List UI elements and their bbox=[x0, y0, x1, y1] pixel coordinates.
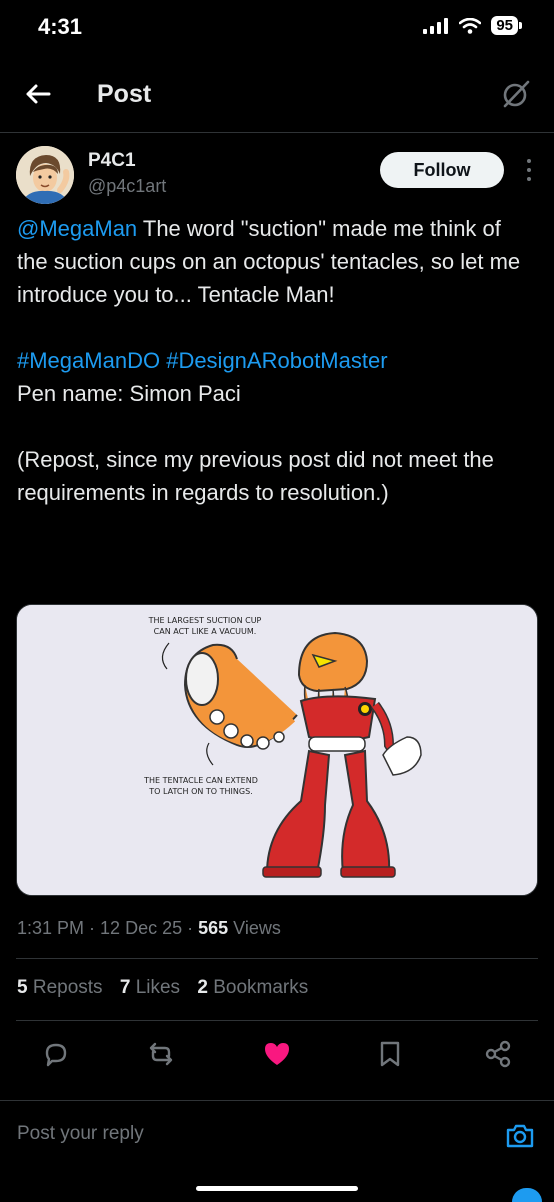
reply-input[interactable]: Post your reply bbox=[17, 1123, 144, 1145]
reply-composer: Post your reply bbox=[0, 1100, 554, 1173]
divider bbox=[16, 958, 538, 959]
reposts-stat[interactable]: 5 Reposts bbox=[17, 977, 103, 998]
bookmarks-count: 2 bbox=[197, 977, 208, 998]
more-options-button[interactable] bbox=[522, 156, 536, 184]
image-caption-bottom-1: THE TENTACLE CAN EXTEND bbox=[143, 776, 258, 785]
engagement-stats: 5 Reposts 7 Likes 2 Bookmarks bbox=[17, 977, 320, 999]
hashtag-link-1[interactable]: #MegaManDO bbox=[17, 348, 160, 373]
home-indicator bbox=[196, 1186, 358, 1191]
signal-icon bbox=[423, 17, 449, 34]
repost-note-text: (Repost, since my previous post did not … bbox=[17, 447, 494, 505]
back-arrow-icon bbox=[26, 84, 51, 104]
divider bbox=[16, 1020, 538, 1021]
top-nav-bar: Post bbox=[0, 56, 554, 133]
status-icons: 95 bbox=[423, 16, 522, 35]
status-bar: 4:31 95 bbox=[0, 0, 554, 56]
reply-icon bbox=[45, 1043, 67, 1067]
avatar[interactable] bbox=[16, 146, 74, 204]
back-button[interactable] bbox=[20, 76, 56, 112]
repost-icon bbox=[149, 1042, 173, 1066]
post-image[interactable]: THE LARGEST SUCTION CUP CAN ACT LIKE A V… bbox=[16, 604, 538, 896]
hashtag-link-2[interactable]: #DesignARobotMaster bbox=[166, 348, 387, 373]
camera-icon bbox=[506, 1124, 534, 1148]
post-author: P4C1 @p4c1art Follow bbox=[16, 146, 538, 206]
post-body: @MegaMan The word "suction" made me thin… bbox=[17, 212, 532, 509]
meta-separator: · bbox=[84, 918, 101, 938]
reposts-label: Reposts bbox=[27, 977, 103, 998]
grok-icon bbox=[503, 80, 530, 108]
status-time: 4:31 bbox=[38, 14, 83, 39]
more-vertical-icon bbox=[527, 159, 531, 181]
mention-link[interactable]: @MegaMan bbox=[17, 216, 137, 241]
views-label: Views bbox=[228, 918, 281, 938]
like-button[interactable] bbox=[261, 1038, 293, 1070]
image-caption-top-2: CAN ACT LIKE A VACUUM. bbox=[154, 627, 257, 636]
bookmark-icon bbox=[380, 1041, 400, 1067]
author-handle[interactable]: @p4c1art bbox=[88, 176, 166, 197]
action-bar bbox=[0, 1030, 554, 1078]
author-name[interactable]: P4C1 bbox=[88, 150, 136, 172]
meta-separator: · bbox=[182, 918, 199, 938]
tentacle-man-illustration: THE LARGEST SUCTION CUP CAN ACT LIKE A V… bbox=[17, 605, 537, 895]
page-title: Post bbox=[97, 80, 152, 108]
reply-button[interactable] bbox=[40, 1038, 72, 1070]
likes-stat[interactable]: 7 Likes bbox=[120, 977, 180, 998]
bookmark-button[interactable] bbox=[374, 1038, 406, 1070]
post-meta: 1:31 PM · 12 Dec 25 · 565 Views bbox=[17, 918, 281, 939]
wifi-icon bbox=[459, 17, 482, 34]
pen-name-text: Pen name: Simon Paci bbox=[17, 381, 241, 406]
bookmarks-label: Bookmarks bbox=[207, 977, 309, 998]
hashtag-line: #MegaManDO #DesignARobotMaster bbox=[17, 344, 532, 377]
grok-button[interactable] bbox=[498, 76, 534, 112]
likes-count: 7 bbox=[119, 977, 131, 998]
reposts-count: 5 bbox=[17, 977, 28, 998]
share-button[interactable] bbox=[482, 1038, 514, 1070]
likes-label: Likes bbox=[130, 977, 181, 998]
share-icon bbox=[485, 1040, 511, 1068]
camera-button[interactable] bbox=[505, 1121, 535, 1151]
post-time: 1:31 PM bbox=[17, 918, 85, 938]
image-caption-top-1: THE LARGEST SUCTION CUP bbox=[148, 616, 262, 625]
post-date: 12 Dec 25 bbox=[100, 918, 183, 938]
bookmarks-stat[interactable]: 2 Bookmarks bbox=[197, 977, 308, 998]
battery-indicator: 95 bbox=[491, 16, 522, 35]
views-count[interactable]: 565 bbox=[198, 918, 228, 938]
repost-button[interactable] bbox=[145, 1038, 177, 1070]
avatar-image bbox=[16, 146, 74, 204]
heart-icon bbox=[265, 1043, 289, 1065]
image-caption-bottom-2: TO LATCH ON TO THINGS. bbox=[148, 787, 252, 796]
follow-button[interactable]: Follow bbox=[380, 152, 504, 188]
post-paragraph-1: @MegaMan The word "suction" made me thin… bbox=[17, 212, 532, 311]
